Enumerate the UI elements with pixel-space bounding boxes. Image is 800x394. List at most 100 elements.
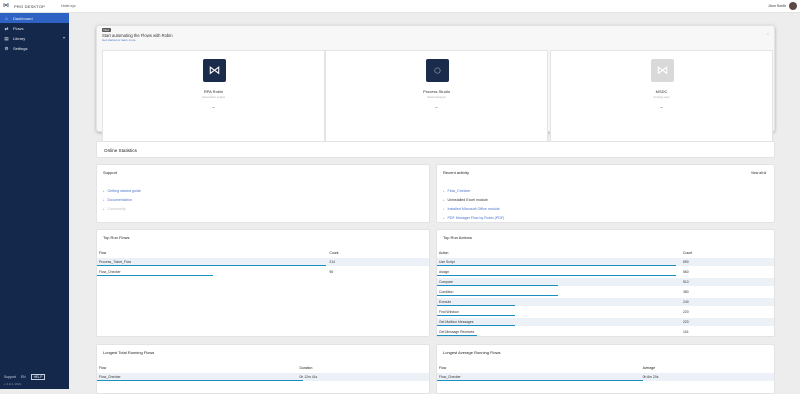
- support-link[interactable]: Support: [4, 375, 16, 379]
- row-name: Flow_Checker: [99, 270, 121, 274]
- row-value: 214: [329, 260, 336, 264]
- row-bar: [437, 325, 515, 326]
- welcome-banner: New Start automating the Flows with Robi…: [96, 25, 775, 154]
- recent-activity-title: Recent activity: [443, 170, 470, 175]
- list-item-label: Flow_Checker: [447, 188, 471, 193]
- column-header[interactable]: Count: [683, 251, 692, 255]
- table-header: Flow Average: [437, 364, 774, 371]
- chevron-down-icon[interactable]: ▾: [63, 35, 65, 40]
- row-bar: [437, 305, 515, 306]
- table-row[interactable]: Execute 240: [437, 298, 774, 306]
- top-run-flows-card: Top Run Flows Flow Count Process_Ticket_Flo…: [96, 229, 430, 337]
- list-item[interactable]: ▸ Installed Microsoft Office module: [443, 204, 504, 213]
- column-header[interactable]: Average: [643, 366, 656, 370]
- sidebar-item-label: Dashboard: [13, 15, 33, 21]
- table-header: Flow Duration: [97, 364, 429, 371]
- product-separator: –: [435, 105, 438, 111]
- column-header[interactable]: Count: [329, 251, 338, 255]
- avatar[interactable]: [789, 2, 797, 10]
- sidebar-nav: ⌂ Dashboard ⇄ Flows ▤ Library ▾ ⚙ Settings: [0, 13, 69, 53]
- table-row[interactable]: Assign 560: [437, 268, 774, 276]
- close-icon[interactable]: ×: [767, 31, 769, 36]
- row-bar: [437, 335, 478, 336]
- card-title: Top Run Flows: [103, 235, 130, 240]
- table-row[interactable]: Find Window 220: [437, 308, 774, 316]
- column-header[interactable]: Flow: [99, 366, 106, 370]
- table-row[interactable]: Get Message Received 116: [437, 328, 774, 336]
- table-row[interactable]: Condition 380: [437, 288, 774, 296]
- row-value: 560: [683, 270, 689, 274]
- support-card: Support ▸ Getting started guide ▸ Documenta…: [96, 164, 430, 223]
- row-name: Process_Ticket_Flow: [99, 260, 132, 264]
- row-name: Execute: [439, 300, 452, 304]
- sidebar-item-label: Settings: [13, 45, 28, 51]
- row-bar: [437, 275, 677, 276]
- list-item[interactable]: ▸ Documentation: [103, 195, 141, 204]
- table-row[interactable]: Use Script 690: [437, 258, 774, 266]
- row-bar: [437, 285, 559, 286]
- list-item-label: Documentation: [107, 197, 132, 202]
- list-item[interactable]: ▸ Uninstalled Excel module: [443, 195, 504, 204]
- app-logo-icon[interactable]: ⋈: [3, 3, 10, 9]
- product-name: RPA Robin: [203, 89, 224, 94]
- language-selector[interactable]: EN: [21, 375, 26, 379]
- product-name: Process Studio: [423, 89, 450, 94]
- row-bar: [437, 380, 643, 381]
- card-title: Top Run Actions: [443, 235, 472, 240]
- product-name: PRO DESKTOP: [14, 3, 46, 9]
- user-name[interactable]: Jhon Smith: [768, 4, 786, 8]
- table-row[interactable]: Flow_Checker 0h 12m 41s: [97, 373, 429, 381]
- version-label: v 4.0.4, 2021: [4, 382, 22, 386]
- column-header[interactable]: Flow: [99, 251, 106, 255]
- row-bar: [97, 265, 327, 266]
- row-name: Flow_Checker: [99, 375, 121, 379]
- longest-total-flows-card: Longest Total Running Flows Flow Duration F…: [96, 344, 430, 394]
- column-header[interactable]: Duration: [300, 366, 313, 370]
- table-row[interactable]: Flow_Checker 0h 6m 20s: [437, 373, 774, 381]
- row-bar: [97, 275, 214, 276]
- bullet-icon: ▸: [103, 197, 105, 202]
- welcome-subline-link[interactable]: Get started or learn more: [102, 38, 136, 42]
- tenant-name[interactable]: Hotel xyz: [61, 4, 76, 8]
- list-item-label: Installed Microsoft Office module: [447, 206, 500, 211]
- list-item-label: PDF Manager Flow by Robin (PDF): [447, 215, 505, 220]
- list-item[interactable]: ▸ PDF Manager Flow by Robin (PDF): [443, 213, 504, 222]
- row-value: 510: [683, 280, 689, 284]
- row-name: Assign: [439, 270, 450, 274]
- bullet-icon: ▸: [103, 206, 105, 211]
- sidebar-item-label: Flows: [13, 25, 24, 31]
- row-name: Flow_Checker: [439, 375, 461, 379]
- row-value: 0h 6m 20s: [642, 375, 659, 379]
- table-row[interactable]: Flow_Checker 96: [97, 268, 429, 276]
- sidebar-item-library[interactable]: ▤ Library ▾: [0, 33, 69, 43]
- list-item[interactable]: ▸ Community: [103, 204, 141, 213]
- row-name: Find Window: [439, 310, 459, 314]
- row-value: 220: [683, 320, 689, 324]
- product-description: Coming soon: [653, 95, 670, 99]
- row-name: Get Mailbox Messages: [439, 320, 474, 324]
- view-all-link[interactable]: View all ⧉: [751, 171, 766, 175]
- sidebar-item-settings[interactable]: ⚙ Settings: [0, 43, 69, 53]
- table-row[interactable]: Process_Ticket_Flow 214: [97, 258, 429, 266]
- row-name: Condition: [439, 290, 454, 294]
- list-item-label: Getting started guide: [107, 188, 141, 193]
- table-row[interactable]: Get Mailbox Messages 220: [437, 318, 774, 326]
- list-item[interactable]: ▸ Flow_Checker: [443, 186, 504, 195]
- row-bar: [437, 315, 515, 316]
- recent-activity-card: Recent activity View all ⧉ ▸ Flow_Checker…: [436, 164, 775, 223]
- column-header[interactable]: Action: [439, 251, 448, 255]
- help-button[interactable]: HELP: [30, 374, 46, 380]
- sidebar-item-flows[interactable]: ⇄ Flows: [0, 23, 69, 33]
- list-item[interactable]: ▸ Getting started guide: [103, 186, 141, 195]
- bullet-icon: ▸: [443, 206, 445, 211]
- card-title: Longest Total Running Flows: [103, 350, 155, 355]
- gear-icon: ⚙: [4, 45, 9, 51]
- table-header: Action Count: [437, 249, 774, 256]
- table-row[interactable]: Compare 510: [437, 278, 774, 286]
- row-value: 380: [683, 290, 689, 294]
- sidebar-item-dashboard[interactable]: ⌂ Dashboard: [0, 13, 69, 23]
- row-value: 220: [683, 310, 689, 314]
- list-item-label: Community: [107, 206, 126, 211]
- column-header[interactable]: Flow: [439, 366, 446, 370]
- row-bar: [437, 295, 559, 296]
